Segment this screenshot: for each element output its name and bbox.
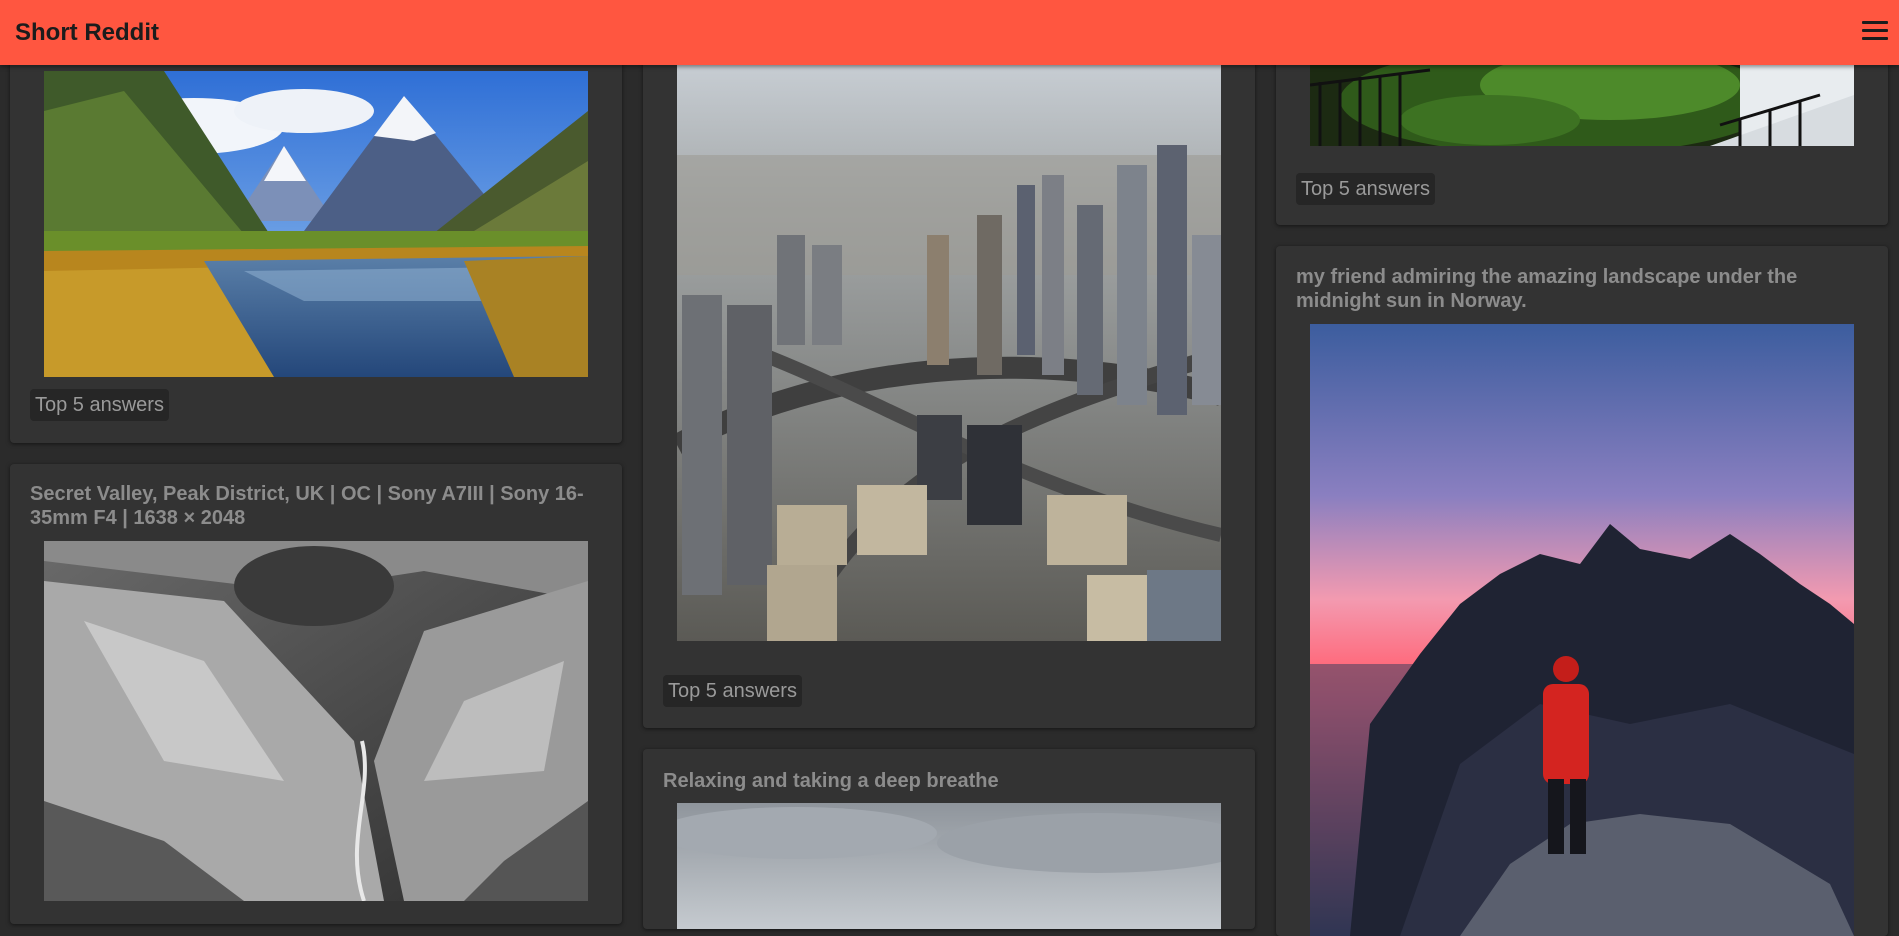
post-card: my friend admiring the amazing landscape… bbox=[1276, 246, 1888, 936]
black-and-white-valley-photo[interactable] bbox=[44, 541, 588, 901]
post-card: Top 5 answers bbox=[643, 30, 1255, 728]
top-answers-button[interactable]: Top 5 answers bbox=[30, 389, 169, 421]
menu-line bbox=[1862, 21, 1888, 24]
mountain-valley-river-photo[interactable] bbox=[44, 71, 588, 377]
norway-midnight-sun-hiker-photo[interactable] bbox=[1310, 324, 1854, 936]
norway-hiker-image bbox=[1310, 324, 1854, 936]
cloudy-sky-photo[interactable] bbox=[677, 803, 1221, 929]
post-card: Relaxing and taking a deep breathe bbox=[643, 749, 1255, 929]
hamburger-menu-icon[interactable] bbox=[1862, 20, 1888, 42]
post-card: Secret Valley, Peak District, UK | OC | … bbox=[10, 464, 622, 924]
app-title[interactable]: Short Reddit bbox=[15, 19, 159, 47]
mountain-valley-image bbox=[44, 71, 588, 377]
top-answers-button[interactable]: Top 5 answers bbox=[1296, 173, 1435, 205]
cloudy-sky-image bbox=[677, 803, 1221, 929]
post-title[interactable]: my friend admiring the amazing landscape… bbox=[1296, 265, 1856, 313]
post-title[interactable]: Relaxing and taking a deep breathe bbox=[663, 769, 1223, 793]
menu-line bbox=[1862, 29, 1888, 32]
city-skyline-aerial-photo[interactable] bbox=[677, 65, 1221, 641]
post-title[interactable]: Secret Valley, Peak District, UK | OC | … bbox=[30, 482, 590, 530]
top-answers-button[interactable]: Top 5 answers bbox=[663, 675, 802, 707]
top-bar: Short Reddit bbox=[0, 0, 1899, 65]
post-card: Top 5 answers bbox=[10, 30, 622, 443]
balcony-greenery-image bbox=[1310, 65, 1854, 146]
balcony-greenery-photo[interactable] bbox=[1310, 65, 1854, 146]
city-skyline-image bbox=[677, 65, 1221, 641]
menu-line bbox=[1862, 37, 1888, 40]
valley-bw-image bbox=[44, 541, 588, 901]
